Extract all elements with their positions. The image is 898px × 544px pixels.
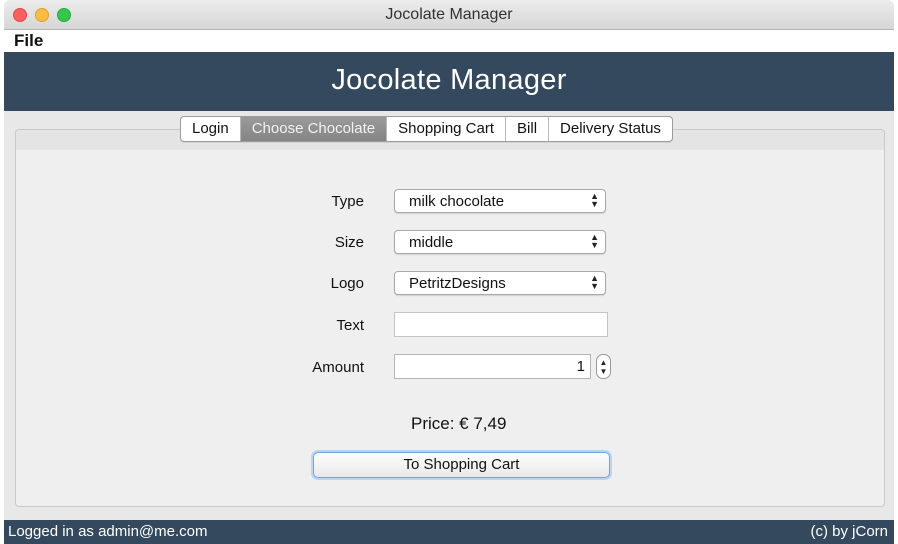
copyright-text: (c) by jCorn [810,523,888,540]
type-select[interactable]: milk chocolate ▲ ▼ [394,189,606,213]
tab-shopping-cart[interactable]: Shopping Cart [387,117,507,141]
stepper-down-icon[interactable]: ▼ [597,368,610,376]
app-header: Jocolate Manager [4,52,894,111]
to-shopping-cart-button[interactable]: To Shopping Cart [313,452,610,478]
app-header-title: Jocolate Manager [331,64,567,96]
tab-bill[interactable]: Bill [506,117,550,141]
type-select-value: milk chocolate [409,193,505,210]
tab-login[interactable]: Login [181,117,241,141]
text-label: Text [336,317,364,334]
logo-label: Logo [330,275,364,292]
menu-file[interactable]: File [14,31,43,51]
updown-chevron-icon: ▲ ▼ [590,191,599,209]
tab-delivery-status[interactable]: Delivery Status [549,117,672,141]
text-input[interactable] [394,312,608,337]
size-select[interactable]: middle ▲ ▼ [394,230,606,254]
amount-label: Amount [312,359,364,376]
stepper-up-icon[interactable]: ▲ [597,359,610,367]
tab-bar: Login Choose Chocolate Shopping Cart Bil… [180,116,673,142]
logo-select-value: PetritzDesigns [409,275,506,292]
content-area: Type milk chocolate ▲ ▼ Size middle ▲ ▼ Lo… [4,111,894,520]
tab-choose-chocolate[interactable]: Choose Chocolate [240,117,388,141]
type-label: Type [331,193,364,210]
amount-input[interactable]: 1 [394,354,591,379]
menu-bar: File [4,30,894,52]
updown-chevron-icon: ▲ ▼ [590,232,599,250]
size-label: Size [334,234,364,251]
status-bar: Logged in as admin@me.com (c) by jCorn [4,520,894,544]
login-status: Logged in as admin@me.com [8,523,208,540]
window-title: Jocolate Manager [385,6,513,23]
amount-value: 1 [576,358,585,375]
price-label: Price: € 7,49 [411,414,507,433]
logo-select[interactable]: PetritzDesigns ▲ ▼ [394,271,606,295]
choose-chocolate-panel: Type milk chocolate ▲ ▼ Size middle ▲ ▼ Lo… [15,129,885,507]
amount-stepper[interactable]: ▲ ▼ [596,354,611,379]
window-titlebar[interactable]: Jocolate Manager [4,0,894,30]
updown-chevron-icon: ▲ ▼ [590,273,599,291]
size-select-value: middle [409,234,454,251]
